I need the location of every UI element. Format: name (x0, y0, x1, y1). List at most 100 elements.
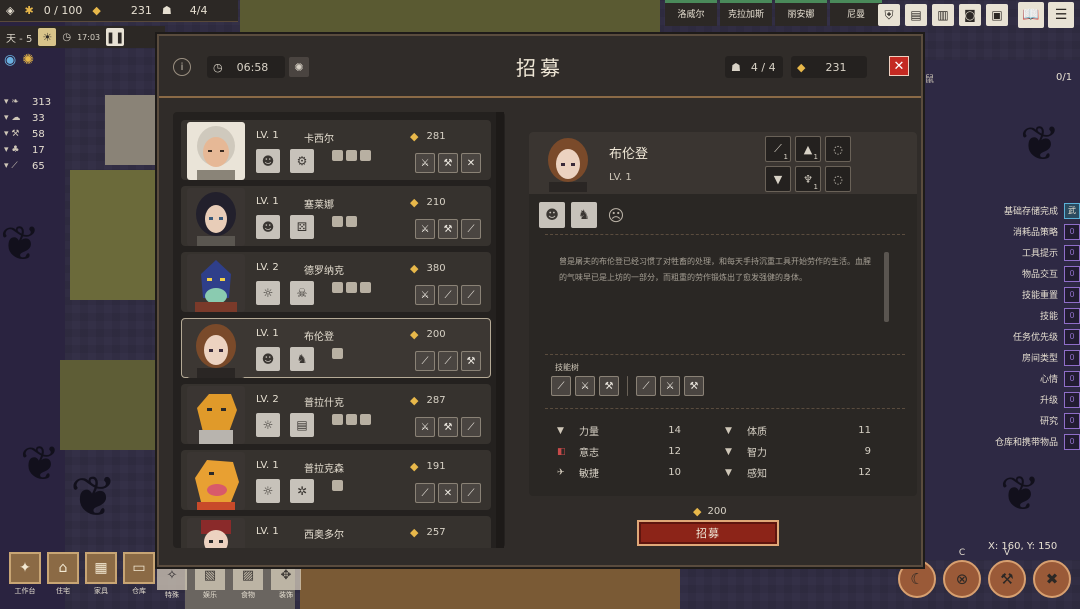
bio-scrollbar[interactable] (884, 252, 889, 322)
recruit-cost: ◆ 257 (410, 526, 446, 539)
wand-icon[interactable]: ⟋ (636, 376, 656, 396)
recruit-name: 德罗纳克 (304, 266, 344, 277)
recruit-card[interactable]: LV. 1 西奥多尔 ◆ 257 (181, 516, 491, 548)
sword-icon[interactable]: ⚔ (415, 219, 435, 239)
sun-icon[interactable]: ☀ (38, 28, 57, 46)
wand-icon[interactable]: ⟋ (415, 483, 435, 503)
armor-slot-icon[interactable]: ▼ (765, 166, 791, 192)
recruit-card[interactable]: LV. 1 卡西尔 ☻ ⚙ ◆ 281 ⚔ ⚒ ✕ (181, 120, 491, 180)
chest-icon[interactable]: ▣ (986, 4, 1008, 26)
toggle-checkbox[interactable]: 0 (1064, 307, 1080, 324)
top-resource-bar: ◈ ✱ 0 / 100 ◆ 231 ☗ 4/4 (0, 0, 238, 22)
toggle-row[interactable]: 技能重置 0 (935, 284, 1080, 305)
helmet-slot-icon[interactable]: ▲ 1 (795, 136, 821, 162)
build-category-button[interactable]: ▦ 家具 (84, 552, 118, 598)
resource-icon: ▾ ❧ (4, 97, 19, 107)
weapon-slot-icon[interactable]: ⟋ 1 (765, 136, 791, 162)
detail-header: 布伦登 LV. 1 ⟋ 1 ▲ 1 ◌ ▼ ♆ 1 ◌ (529, 132, 917, 194)
wand-icon[interactable]: ⟋ (461, 417, 481, 437)
wand-icon[interactable]: ⟋ (461, 219, 481, 239)
menu-icon[interactable]: ☰ (1048, 2, 1074, 28)
recruit-button[interactable]: 招募 (637, 520, 779, 546)
axe-icon[interactable]: ⚒ (438, 153, 458, 173)
axe-icon[interactable]: ⚒ (461, 351, 481, 371)
sword-icon[interactable]: ⚔ (660, 376, 680, 396)
action-button[interactable]: ✖ (1033, 560, 1071, 598)
ring-slot-icon[interactable]: ◌ (825, 136, 851, 162)
build-category-button[interactable]: ✦ 工作台 (8, 552, 42, 598)
toggle-row[interactable]: 房间类型 0 (935, 347, 1080, 368)
colonist-tab[interactable]: 尼曼 (830, 0, 882, 26)
mini-icon (332, 480, 343, 491)
shield-icon[interactable]: ⛨ (878, 4, 900, 26)
list-scrollbar[interactable] (496, 112, 504, 548)
toggle-row[interactable]: 工具提示 0 (935, 242, 1080, 263)
toggle-row[interactable]: 物品交互 0 (935, 263, 1080, 284)
sword-icon[interactable]: ⚔ (415, 285, 435, 305)
wand-icon[interactable]: ⟋ (415, 351, 435, 371)
sword-icon[interactable]: ⚔ (415, 417, 435, 437)
skill-icons: ⟋ ⟋ ⚒ (415, 351, 481, 371)
colonist-tab[interactable]: 洛威尔 (665, 0, 717, 26)
toggle-checkbox[interactable]: 0 (1064, 265, 1080, 282)
map-icon[interactable]: ◙ (959, 4, 981, 26)
recruit-card[interactable]: LV. 2 德罗纳克 ☼ ☠ ◆ 380 ⚔ ⟋ ⟋ (181, 252, 491, 312)
wand-icon[interactable]: ⟋ (551, 376, 571, 396)
sun-weather-icon: ✺ (22, 52, 34, 68)
wand-icon[interactable]: ⟋ (461, 483, 481, 503)
toggle-row[interactable]: 任务优先级 0 (935, 326, 1080, 347)
recruit-card[interactable]: LV. 2 普拉什克 ☼ ▤ ◆ 287 ⚔ ⚒ ⟋ (181, 384, 491, 444)
axe-icon[interactable]: ⚒ (438, 417, 458, 437)
gold-icon: ◆ (410, 262, 419, 275)
recruit-card[interactable]: LV. 1 塞莱娜 ☻ ⚄ ◆ 210 ⚔ ⚒ ⟋ (181, 186, 491, 246)
crossbow-icon[interactable]: ✕ (461, 153, 481, 173)
toggle-checkbox[interactable]: 0 (1064, 370, 1080, 387)
action-button[interactable]: V ⚒ (988, 548, 1026, 598)
build-category-button[interactable]: ⌂ 住宅 (46, 552, 80, 598)
toggle-row[interactable]: 研究 0 (935, 410, 1080, 431)
toggle-checkbox[interactable]: 0 (1064, 433, 1080, 450)
colonist-tab[interactable]: 丽安娜 (775, 0, 827, 26)
vault-icon[interactable]: ▤ (905, 4, 927, 26)
pause-icon[interactable]: ❚❚ (106, 28, 124, 46)
toggle-checkbox[interactable]: 0 (1064, 412, 1080, 429)
toggle-checkbox[interactable]: 0 (1064, 244, 1080, 261)
resource-list: ▾ ❧ 313 ▾ ☁ 33 ▾ ⚒ 58 ▾ ♣ 17 ▾ ⟋ 65 (4, 94, 64, 174)
sword-icon[interactable]: ⚔ (415, 153, 435, 173)
toggle-checkbox[interactable]: 0 (1064, 328, 1080, 345)
axe-icon[interactable]: ⚒ (438, 219, 458, 239)
axe-icon[interactable]: ⚒ (684, 376, 704, 396)
recruit-card[interactable]: LV. 1 普拉克森 ☼ ✲ ◆ 191 ⟋ ✕ ⟋ (181, 450, 491, 510)
action-button[interactable]: C ⊗ (943, 548, 981, 598)
mini-trait-icons (332, 414, 371, 425)
toggle-checkbox[interactable]: 武 (1064, 202, 1080, 219)
close-button[interactable]: ✕ (889, 56, 909, 76)
wand-icon[interactable]: ⟋ (438, 285, 458, 305)
shirt-slot-icon[interactable]: ♆ 1 (795, 166, 821, 192)
book-icon[interactable]: 📖 (1018, 2, 1044, 28)
toggle-row[interactable]: 升级 0 (935, 389, 1080, 410)
ring-slot-icon[interactable]: ◌ (825, 166, 851, 192)
wand-icon[interactable]: ⟋ (438, 351, 458, 371)
toggle-row[interactable]: 基础存储完成武 (935, 200, 1080, 221)
stats-icon[interactable]: ▥ (932, 4, 954, 26)
toggle-checkbox[interactable]: 0 (1064, 349, 1080, 366)
recruit-card-selected[interactable]: LV. 1 布伦登 ☻ ♞ ◆ 200 ⟋ ⟋ ⚒ (181, 318, 491, 378)
toggle-checkbox[interactable]: 0 (1064, 223, 1080, 240)
toggle-checkbox[interactable]: 0 (1064, 286, 1080, 303)
build-category-button[interactable]: ▭ 仓库 (122, 552, 156, 598)
crossbow-icon[interactable]: ✕ (438, 483, 458, 503)
portrait-avatar (187, 386, 245, 444)
gold-icon: ◆ (92, 4, 101, 17)
wand-icon[interactable]: ⟋ (461, 285, 481, 305)
toggle-row[interactable]: 仓库和携带物品 0 (935, 431, 1080, 452)
colonist-tab[interactable]: 克拉加斯 (720, 0, 772, 26)
axe-icon[interactable]: ⚒ (599, 376, 619, 396)
mini-trait-icons (332, 348, 343, 359)
toggle-checkbox[interactable]: 0 (1064, 391, 1080, 408)
sword-icon[interactable]: ⚔ (575, 376, 595, 396)
toggle-row[interactable]: 技能 0 (935, 305, 1080, 326)
toggle-row[interactable]: 消耗品策略 0 (935, 221, 1080, 242)
intelligence-icon: ▼ (725, 446, 732, 457)
toggle-row[interactable]: 心情 0 (935, 368, 1080, 389)
